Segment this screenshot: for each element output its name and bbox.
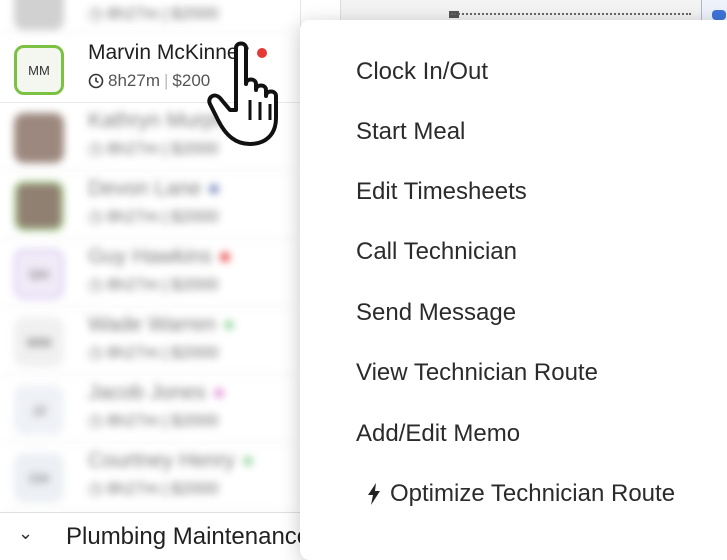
status-dot	[213, 388, 224, 399]
technician-meta: ◷ 8h27m | $2000	[88, 411, 219, 430]
technician-list: ◷ 8h27m | $2000 MM Marvin McKinney 8h27m |…	[0, 0, 301, 546]
clock-icon	[88, 73, 104, 89]
technician-meta: ◷ 8h27m | $2000	[88, 139, 219, 158]
technician-row[interactable]: GH Guy Hawkins ◷ 8h27m | $2000	[0, 239, 300, 307]
revenue-amount: $200	[172, 71, 211, 90]
technician-name: Guy Hawkins	[88, 245, 230, 269]
clock-icon: ◷	[88, 207, 103, 226]
lightning-bolt-icon	[368, 483, 380, 505]
clock-icon: ◷	[88, 4, 103, 23]
clock-icon: ◷	[88, 479, 103, 498]
clock-icon: ◷	[88, 411, 103, 430]
avatar-initials: GH	[29, 266, 49, 282]
avatar	[14, 113, 64, 163]
time-worked: 8h27m	[108, 71, 160, 90]
technician-meta: 8h27m | $200	[88, 71, 210, 91]
avatar: JJ	[14, 385, 64, 435]
chevron-down-icon[interactable]: ⌄	[18, 523, 33, 544]
technician-name: Courtney Henry	[88, 449, 254, 473]
menu-item-start-meal[interactable]: Start Meal	[356, 112, 465, 152]
timeline-strip	[340, 0, 702, 20]
avatar-initials: CH	[29, 470, 49, 486]
avatar: WW	[14, 317, 64, 367]
technician-row[interactable]: Devon Lane ◷ 8h27m | $2000	[0, 171, 300, 239]
technician-row[interactable]: ◷ 8h27m | $2000	[0, 0, 300, 32]
avatar	[14, 181, 64, 231]
technician-name: Kathryn Murphy	[88, 109, 237, 132]
menu-item-send-message[interactable]: Send Message	[356, 293, 516, 333]
technician-row-marvin-mckinney[interactable]: MM Marvin McKinney 8h27m | $200	[0, 35, 300, 103]
technician-name: Jacob Jones	[88, 381, 224, 405]
avatar-initials: WW	[26, 334, 52, 350]
technician-meta: ◷ 8h27m | $2000	[88, 479, 219, 498]
menu-item-call-technician[interactable]: Call Technician	[356, 232, 517, 272]
technician-meta: ◷ 8h27m | $2000	[88, 275, 219, 294]
technician-context-menu: Clock In/Out Start Meal Edit Timesheets …	[300, 20, 727, 560]
avatar-initials: JJ	[32, 402, 46, 418]
status-dot	[209, 184, 220, 195]
avatar: GH	[14, 249, 64, 299]
status-dot	[219, 252, 230, 263]
menu-item-clock-in-out[interactable]: Clock In/Out	[356, 52, 488, 92]
menu-item-view-technician-route[interactable]: View Technician Route	[356, 353, 598, 393]
status-dot	[223, 320, 234, 331]
technician-row[interactable]: Kathryn Murphy ◷ 8h27m | $2000	[0, 103, 300, 171]
avatar: CH	[14, 453, 64, 503]
clock-icon: ◷	[88, 275, 103, 294]
technician-name: Wade Warren	[88, 313, 234, 337]
technician-meta: ◷ 8h27m | $2000	[88, 343, 219, 362]
avatar-initials: MM	[28, 62, 50, 78]
technician-row[interactable]: JJ Jacob Jones ◷ 8h27m | $2000	[0, 375, 300, 443]
status-dot	[257, 48, 268, 59]
menu-item-optimize-technician-route[interactable]: Optimize Technician Route	[366, 474, 675, 514]
technician-name: Devon Lane	[88, 177, 220, 201]
timeline-track	[451, 13, 691, 17]
menu-item-label: Optimize Technician Route	[390, 480, 676, 507]
technician-row[interactable]: CH Courtney Henry ◷ 8h27m | $2000	[0, 443, 300, 511]
clock-icon: ◷	[88, 343, 103, 362]
status-dot	[243, 456, 254, 467]
technician-meta: ◷ 8h27m | $2000	[88, 207, 219, 226]
technician-name: Marvin McKinney	[88, 41, 268, 65]
technician-meta: ◷ 8h27m | $2000	[88, 4, 219, 23]
menu-item-edit-timesheets[interactable]: Edit Timesheets	[356, 172, 527, 212]
avatar: MM	[14, 45, 64, 95]
avatar	[14, 0, 64, 30]
technician-row[interactable]: WW Wade Warren ◷ 8h27m | $2000	[0, 307, 300, 375]
section-label: Plumbing Maintenance	[66, 523, 311, 550]
menu-item-add-edit-memo[interactable]: Add/Edit Memo	[356, 414, 520, 454]
timeline-block[interactable]	[701, 0, 727, 22]
clock-icon: ◷	[88, 139, 103, 158]
